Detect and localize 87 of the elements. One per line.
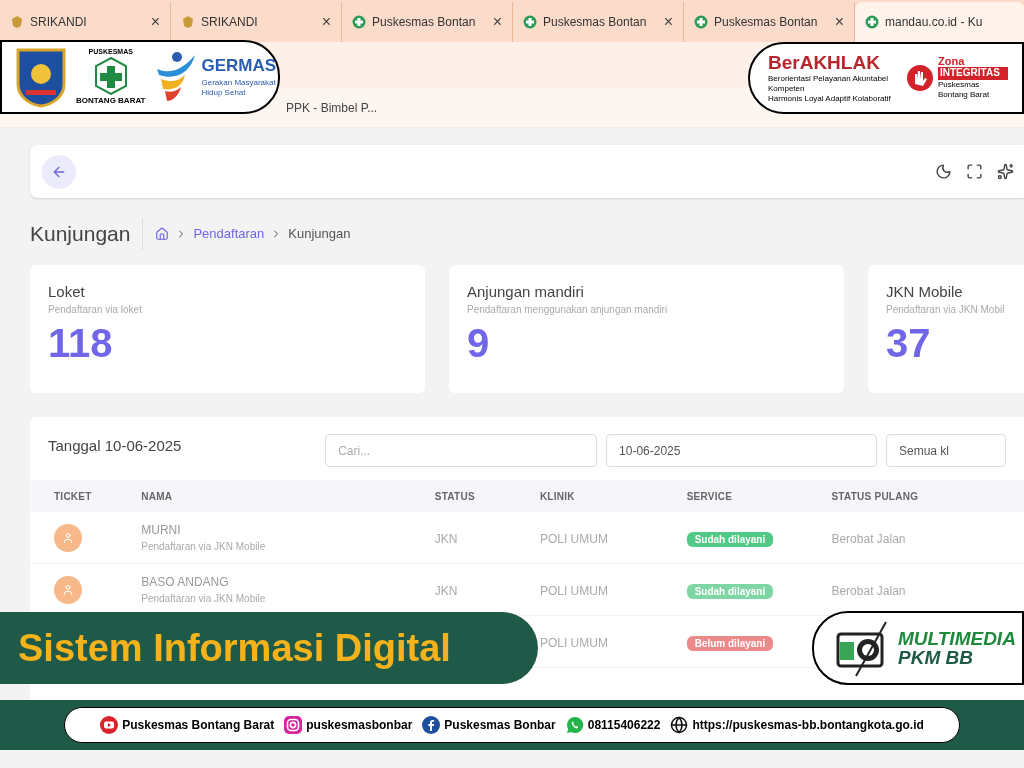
logo-tagline: Harmonis Loyal Adaptif Kolaboratif xyxy=(768,93,892,104)
tab-title: Puskesmas Bontan xyxy=(714,14,819,31)
card-title: Loket xyxy=(48,283,86,302)
date-field[interactable]: 10-06-2025 xyxy=(606,434,877,467)
avatar-icon xyxy=(54,523,82,552)
card-count: 37 xyxy=(886,322,932,363)
globe-icon xyxy=(670,716,689,734)
close-icon[interactable]: × xyxy=(663,10,673,34)
close-icon[interactable]: × xyxy=(150,10,160,34)
close-icon[interactable]: × xyxy=(834,10,844,34)
banner-title: Sistem Informasi Digital xyxy=(18,625,451,671)
column-header: NAMA xyxy=(141,489,174,504)
registration-source: Pendaftaran via JKN Mobile xyxy=(141,592,267,606)
contact-label: Puskesmas Bonbar xyxy=(444,717,556,734)
column-header: SERVICE xyxy=(686,489,734,504)
contact-label: https://puskesmas-bb.bontangkota.go.id xyxy=(692,717,924,734)
bookmark-item[interactable]: PPK - Bimbel P... xyxy=(286,98,378,117)
germas-logo-text: GERMAS xyxy=(201,56,278,74)
facebook-icon xyxy=(422,716,441,734)
video-play-icon xyxy=(100,716,119,734)
card-title: JKN Mobile xyxy=(886,283,964,302)
table-title: Tanggal 10-06-2025 xyxy=(48,436,183,456)
tab-title: Puskesmas Bontan xyxy=(543,14,648,31)
table-cell: Berobat Jalan xyxy=(831,583,906,598)
camera-icon xyxy=(284,716,303,734)
patient-name: BASO ANDANG xyxy=(141,574,230,591)
registration-source: Pendaftaran via JKN Mobile xyxy=(141,540,267,554)
card-count: 9 xyxy=(467,322,491,363)
close-icon[interactable]: × xyxy=(321,10,331,34)
hand-icon xyxy=(906,64,934,92)
patient-name: MURNI xyxy=(141,522,182,539)
logo-caption: BONTANG BARAT xyxy=(76,95,146,108)
emblem-icon xyxy=(181,15,195,29)
column-header: STATUS xyxy=(434,489,476,504)
cross-icon xyxy=(352,15,366,29)
close-icon[interactable]: × xyxy=(492,10,502,34)
tab-title: mandau.co.id - Ku xyxy=(885,14,984,31)
logo-tagline: Gerakan Masyarakat Hidup Sehat xyxy=(201,77,277,98)
contact-label: 08115406222 xyxy=(587,717,661,734)
card-subtitle: Pendaftaran menggunakan anjungan mandiri xyxy=(467,302,669,317)
contact-label: Puskesmas Bontang Barat xyxy=(122,717,275,734)
table-cell: POLI UMUM xyxy=(539,583,608,598)
breadcrumb-item: Kunjungan xyxy=(288,225,351,244)
cross-icon xyxy=(523,15,537,29)
table-cell: POLI UMUM xyxy=(539,531,608,546)
card-subtitle: Pendaftaran via JKN Mobil xyxy=(886,302,1006,317)
tab-title: Puskesmas Bontan xyxy=(372,14,477,31)
column-header: STATUS PULANG xyxy=(831,489,920,504)
phone-chat-icon xyxy=(565,716,584,734)
service-status: Sudah dilayani xyxy=(686,583,774,599)
multimedia-text: MULTIMEDIA xyxy=(898,629,1016,648)
page-title: Kunjungan xyxy=(30,218,144,250)
multimedia-text: PKM BB xyxy=(898,648,974,667)
service-status: Belum dilayani xyxy=(686,635,774,651)
health-cross-icon xyxy=(93,57,128,96)
clinic-select[interactable]: Semua kl xyxy=(886,434,1006,467)
emblem-icon xyxy=(10,15,24,29)
dark-mode-icon[interactable] xyxy=(935,163,952,180)
contact-label: puskesmasbonbar xyxy=(306,717,413,734)
integritas-text: INTEGRITAS xyxy=(938,67,1008,80)
card-subtitle: Pendaftaran via loket xyxy=(48,302,143,317)
tab-title: SRIKANDI xyxy=(201,14,259,31)
logo-tagline: Berorientasi Pelayanan Akuntabel Kompeten xyxy=(768,73,890,94)
logo-tagline: Puskesmas Bontang Barat xyxy=(938,79,991,100)
column-header: TICKET xyxy=(54,489,93,504)
card-title: Anjungan mandiri xyxy=(467,283,585,302)
table-cell: Berobat Jalan xyxy=(831,531,906,546)
column-header: KLINIK xyxy=(539,489,576,504)
table-cell: POLI UMUM xyxy=(539,635,608,650)
fullscreen-icon[interactable] xyxy=(966,163,983,180)
cross-icon xyxy=(694,15,708,29)
zona-text: Zona xyxy=(938,56,966,68)
search-field[interactable]: Cari... xyxy=(325,434,598,467)
browser-tab[interactable]: mandau.co.id - Ku xyxy=(855,2,1024,42)
table-cell: JKN xyxy=(434,531,458,546)
avatar-icon xyxy=(54,575,82,604)
cross-icon xyxy=(865,15,879,29)
tab-title: SRIKANDI xyxy=(30,14,88,31)
back-button[interactable] xyxy=(42,154,76,189)
breadcrumb-item[interactable]: Pendaftaran xyxy=(193,224,265,244)
home-icon[interactable] xyxy=(155,227,170,241)
table-cell: JKN xyxy=(434,583,458,598)
service-status: Sudah dilayani xyxy=(686,531,774,547)
sparkles-icon[interactable] xyxy=(997,163,1014,180)
emblem-icon xyxy=(14,46,68,108)
card-count: 118 xyxy=(48,322,114,363)
berakhlak-logo-text: BerAKHLAK xyxy=(768,52,881,72)
